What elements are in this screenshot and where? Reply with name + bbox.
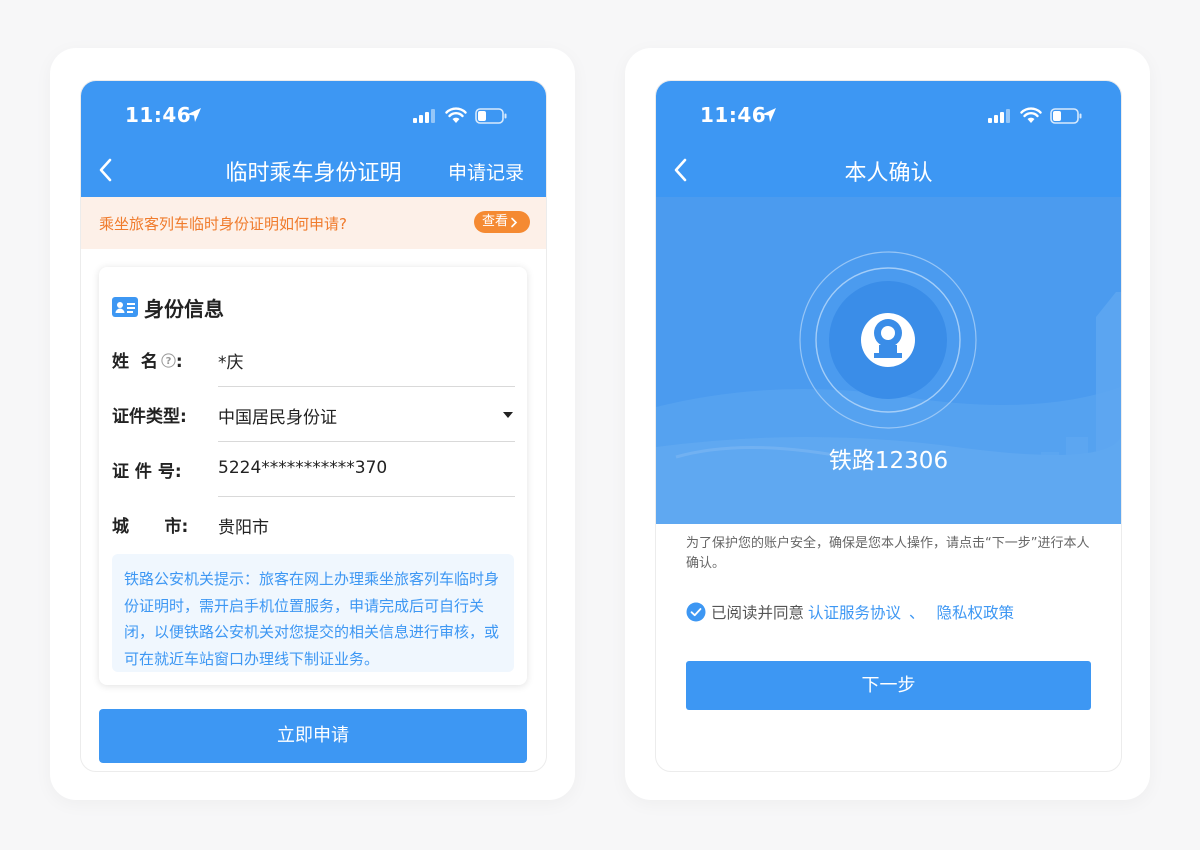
service-agreement-link[interactable]: 认证服务协议 — [808, 601, 901, 623]
svg-text:?: ? — [165, 356, 171, 367]
cellular-signal-icon — [413, 109, 435, 123]
agreement-prefix: 已阅读并同意 — [711, 604, 805, 622]
divider — [218, 386, 515, 387]
divider — [218, 496, 515, 497]
city-field-row: 城 市: 贵阳市 — [99, 498, 527, 552]
next-step-button[interactable]: 下一步 — [686, 661, 1091, 710]
cellular-signal-icon — [988, 109, 1010, 123]
battery-icon — [1050, 108, 1082, 124]
apply-records-link[interactable]: 申请记录 — [448, 158, 524, 185]
city-label: 城 市: — [112, 517, 189, 537]
how-to-apply-notice: 乘坐旅客列车临时身份证明如何申请? 查看 — [81, 197, 546, 249]
name-field-row: 姓 名?: *庆 — [99, 333, 527, 387]
section-title: 身份信息 — [144, 297, 224, 321]
status-time: 11:46 — [125, 103, 192, 127]
id-type-select[interactable]: 中国居民身份证 — [218, 403, 337, 428]
id-type-label: 证件类型: — [112, 407, 187, 427]
notice-text: 乘坐旅客列车临时身份证明如何申请? — [99, 215, 347, 233]
checkbox-checked-icon[interactable] — [686, 602, 706, 622]
app-name: 铁路12306 — [828, 448, 949, 474]
agreement-row: 已阅读并同意 认证服务协议 、 隐私权政策 — [686, 601, 1014, 623]
security-description: 为了保护您的账户安全，确保是您本人操作，请点击“下一步”进行本人确认。 — [686, 536, 1090, 571]
dropdown-arrow-icon[interactable] — [503, 412, 513, 419]
police-tip-box: 铁路公安机关提示：旅客在网上办理乘坐旅客列车临时身份证明时，需开启手机位置服务，… — [112, 554, 514, 672]
right-screen-card: 11:46 本人确认 铁路12306 为了保护您的账户安全，确保是您本人操作，请… — [625, 48, 1150, 800]
id-number-label: 证 件 号: — [112, 462, 182, 482]
battery-icon — [475, 108, 507, 124]
agreement-separator: 、 — [909, 604, 925, 622]
apply-screen: 11:46 临时乘车身份证明 申请记录 乘坐旅客列车临时身份证明如何申请? 查看… — [80, 80, 547, 772]
confirm-header: 11:46 本人确认 — [656, 81, 1121, 197]
police-tip-text: 铁路公安机关提示：旅客在网上办理乘坐旅客列车临时身份证明时，需开启手机位置服务，… — [124, 570, 500, 668]
view-button-label: 查看 — [481, 214, 508, 229]
identity-info-card: 身份信息 姓 名?: *庆 证件类型: 中国居民身份证 证 件 号: 5224*… — [99, 267, 527, 685]
id-card-icon — [112, 297, 138, 317]
wifi-icon — [445, 107, 467, 123]
apply-header: 11:46 临时乘车身份证明 申请记录 — [81, 81, 546, 197]
apply-now-button[interactable]: 立即申请 — [99, 709, 527, 763]
location-arrow-icon — [187, 108, 201, 122]
name-label: 姓 名?: — [112, 352, 183, 372]
id-type-field-row[interactable]: 证件类型: 中国居民身份证 — [99, 388, 527, 442]
railway-logo — [799, 251, 977, 429]
confirm-screen: 11:46 本人确认 铁路12306 为了保护您的账户安全，确保是您本人操作，请… — [655, 80, 1122, 772]
page-title: 本人确认 — [844, 161, 933, 186]
id-number-field-row: 证 件 号: 5224***********370 — [99, 443, 527, 497]
railway-12306-logo-icon — [799, 251, 977, 429]
status-time: 11:46 — [700, 103, 767, 127]
location-arrow-icon — [762, 108, 776, 122]
view-button[interactable]: 查看 — [473, 211, 530, 233]
wifi-icon — [1020, 107, 1042, 123]
left-screen-card: 11:46 临时乘车身份证明 申请记录 乘坐旅客列车临时身份证明如何申请? 查看… — [50, 48, 575, 800]
help-icon[interactable]: ? — [161, 353, 176, 368]
privacy-policy-link[interactable]: 隐私权政策 — [937, 601, 1015, 623]
name-value: *庆 — [218, 353, 244, 373]
chevron-right-icon — [511, 217, 518, 227]
city-value: 贵阳市 — [218, 518, 269, 538]
divider — [218, 441, 515, 442]
id-number-value: 5224***********370 — [218, 458, 388, 478]
